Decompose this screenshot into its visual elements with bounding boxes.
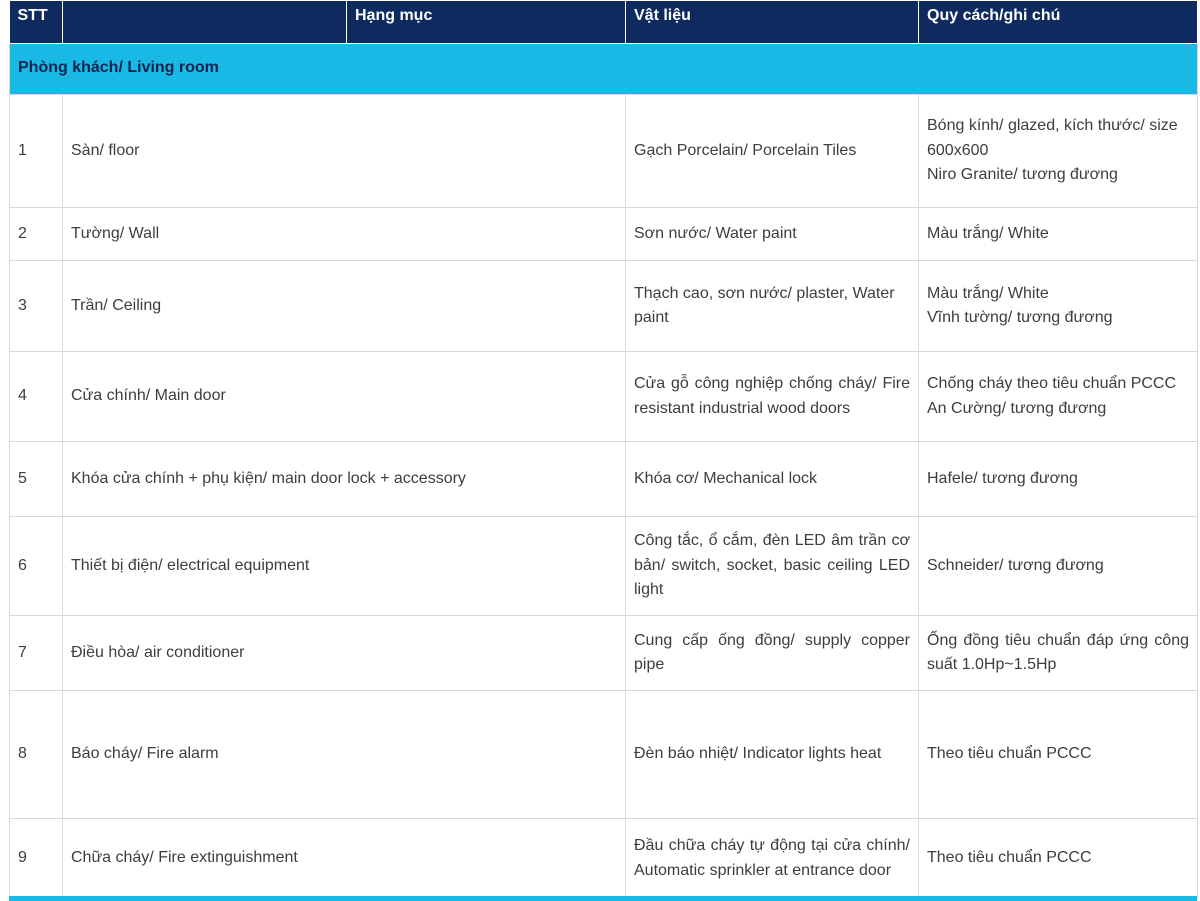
table-row: 6 Thiết bị điện/ electrical equipment Công… — [9, 516, 1198, 616]
cell-stt: 5 — [9, 441, 63, 517]
cell-material: Sơn nước/ Water paint — [625, 207, 919, 261]
spec-table: STT Hạng mục Vật liệu Quy cách/ghi chú P… — [9, 0, 1198, 899]
spec-line: Theo tiêu chuẩn PCCC — [927, 745, 1092, 763]
spec-line: Ống đồng tiêu chuẩn đáp ứng công suất 1.… — [927, 631, 1189, 674]
spec-line: Màu trắng/ White — [927, 224, 1049, 242]
material-line: Gạch Porcelain/ Porcelain Tiles — [634, 141, 857, 159]
material-line: Công tắc, ổ cắm, đèn LED âm trần cơ bản/… — [634, 532, 910, 599]
cell-item: Trần/ Ceiling — [62, 260, 626, 352]
cell-item: Thiết bị điện/ electrical equipment — [62, 516, 626, 616]
cell-spec: Màu trắng/ White — [918, 207, 1198, 261]
header-stt: STT — [9, 0, 63, 44]
material-line: Đèn báo nhiệt/ Indicator lights heat — [634, 745, 882, 763]
cell-item: Khóa cửa chính + phụ kiện/ main door loc… — [62, 441, 626, 517]
spec-table-container: STT Hạng mục Vật liệu Quy cách/ghi chú P… — [9, 0, 1198, 899]
header-quy-cach: Quy cách/ghi chú — [918, 0, 1198, 44]
bottom-accent-bar — [9, 896, 1197, 901]
spec-line: Vĩnh tường/ tương đương — [927, 309, 1113, 326]
section-title: Phòng khách/ Living room — [9, 43, 1198, 95]
header-hang-muc: Hạng mục — [346, 0, 626, 44]
cell-stt: 3 — [9, 260, 63, 352]
spec-line: Bóng kính/ glazed, kích thước/ size 600x… — [927, 117, 1178, 159]
table-row: 9 Chữa cháy/ Fire extinguishment Đầu chữa … — [9, 818, 1198, 899]
cell-item: Cửa chính/ Main door — [62, 351, 626, 442]
table-row: 7 Điều hòa/ air conditioner Cung cấp ống đ… — [9, 615, 1198, 691]
cell-material: Gạch Porcelain/ Porcelain Tiles — [625, 94, 919, 208]
cell-spec: Hafele/ tương đương — [918, 441, 1198, 517]
material-line: Khóa cơ/ Mechanical lock — [634, 469, 818, 487]
cell-item: Tường/ Wall — [62, 207, 626, 261]
cell-spec: Theo tiêu chuẩn PCCC — [918, 818, 1198, 899]
spec-line: Màu trắng/ White — [927, 284, 1049, 302]
header-row: STT Hạng mục Vật liệu Quy cách/ghi chú — [9, 0, 1198, 44]
spec-line: Chống cháy theo tiêu chuẩn PCCC — [927, 375, 1177, 392]
cell-stt: 4 — [9, 351, 63, 442]
cell-spec: Chống cháy theo tiêu chuẩn PCCC An Cường/… — [918, 351, 1198, 442]
cell-material: Đèn báo nhiệt/ Indicator lights heat — [625, 690, 919, 819]
spec-line: Theo tiêu chuẩn PCCC — [927, 849, 1092, 867]
table-row: 8 Báo cháy/ Fire alarm Đèn báo nhiệt/ Indi… — [9, 690, 1198, 819]
cell-stt: 7 — [9, 615, 63, 691]
material-line: Đầu chữa cháy tự động tại cửa chính/ Aut… — [634, 837, 910, 879]
cell-material: Đầu chữa cháy tự động tại cửa chính/ Aut… — [625, 818, 919, 899]
cell-spec: Theo tiêu chuẩn PCCC — [918, 690, 1198, 819]
cell-stt: 1 — [9, 94, 63, 208]
material-line: Cung cấp ống đồng/ supply copper pipe — [634, 631, 910, 674]
header-spacer — [62, 0, 347, 44]
material-line: Cửa gỗ công nghiệp chống cháy/ Fire resi… — [634, 375, 910, 417]
spec-line: Schneider/ tương đương — [927, 556, 1104, 574]
cell-item: Điều hòa/ air conditioner — [62, 615, 626, 691]
cell-stt: 9 — [9, 818, 63, 899]
table-row: 2 Tường/ Wall Sơn nước/ Water paint Màu trắ… — [9, 207, 1198, 261]
cell-stt: 6 — [9, 516, 63, 616]
cell-stt: 8 — [9, 690, 63, 819]
table-row: 4 Cửa chính/ Main door Cửa gỗ công nghiệp … — [9, 351, 1198, 442]
cell-material: Công tắc, ổ cắm, đèn LED âm trần cơ bản/… — [625, 516, 919, 616]
cell-item: Báo cháy/ Fire alarm — [62, 690, 626, 819]
spec-line: Hafele/ tương đương — [927, 469, 1078, 487]
header-vat-lieu: Vật liệu — [625, 0, 919, 44]
cell-material: Thạch cao, sơn nước/ plaster, Water pain… — [625, 260, 919, 352]
section-row: Phòng khách/ Living room — [9, 43, 1198, 95]
material-line: Thạch cao, sơn nước/ plaster, Water pain… — [634, 284, 895, 327]
spec-line: An Cường/ tương đương — [927, 399, 1107, 417]
table-row: 3 Trần/ Ceiling Thạch cao, sơn nước/ plast… — [9, 260, 1198, 352]
cell-spec: Schneider/ tương đương — [918, 516, 1198, 616]
cell-item: Chữa cháy/ Fire extinguishment — [62, 818, 626, 899]
cell-material: Cung cấp ống đồng/ supply copper pipe — [625, 615, 919, 691]
cell-spec: Bóng kính/ glazed, kích thước/ size 600x… — [918, 94, 1198, 208]
cell-material: Cửa gỗ công nghiệp chống cháy/ Fire resi… — [625, 351, 919, 442]
cell-spec: Màu trắng/ White Vĩnh tường/ tương đương — [918, 260, 1198, 352]
material-line: Sơn nước/ Water paint — [634, 224, 797, 242]
table-row: 5 Khóa cửa chính + phụ kiện/ main door lo… — [9, 441, 1198, 517]
cell-item: Sàn/ floor — [62, 94, 626, 208]
cell-spec: Ống đồng tiêu chuẩn đáp ứng công suất 1.… — [918, 615, 1198, 691]
table-row: 1 Sàn/ floor Gạch Porcelain/ Porcelain Til… — [9, 94, 1198, 208]
spec-line: Niro Granite/ tương đương — [927, 166, 1118, 184]
cell-stt: 2 — [9, 207, 63, 261]
cell-material: Khóa cơ/ Mechanical lock — [625, 441, 919, 517]
